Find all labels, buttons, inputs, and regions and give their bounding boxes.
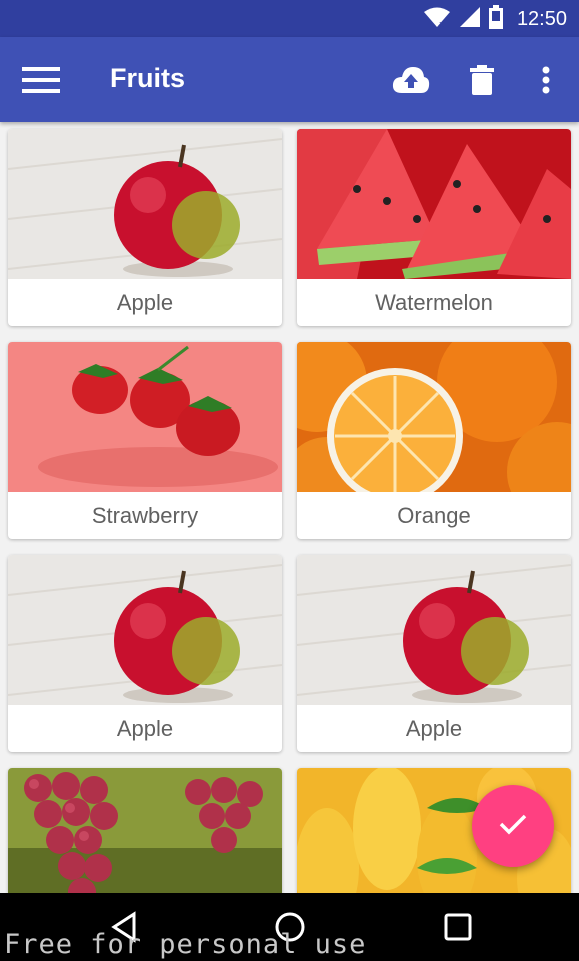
status-icons: x 12:50: [423, 4, 567, 34]
fruit-card[interactable]: Apple: [297, 555, 571, 752]
upload-icon[interactable]: [392, 63, 430, 97]
card-label: Apple: [116, 715, 174, 741]
back-icon[interactable]: [104, 909, 144, 945]
card-label: Orange: [397, 502, 471, 528]
fruit-card[interactable]: Strawberry: [8, 342, 282, 539]
status-bar: x 12:50: [0, 0, 579, 37]
delete-icon[interactable]: [470, 63, 494, 97]
card-label: Strawberry: [91, 502, 199, 528]
grapes-image: [8, 768, 282, 893]
recents-icon[interactable]: [438, 909, 478, 945]
page-title: Fruits: [110, 63, 186, 93]
fruit-grid[interactable]: Apple Watermelon Strawberry Orange Apple…: [0, 122, 579, 893]
fruit-card[interactable]: Watermelon: [297, 129, 571, 326]
watermelon-image: [297, 129, 571, 279]
fruit-card[interactable]: Apple: [8, 129, 282, 326]
menu-icon[interactable]: [22, 65, 62, 95]
wifi-icon: x: [423, 6, 451, 33]
check-icon: [498, 812, 528, 841]
fruit-card[interactable]: Apple: [8, 555, 282, 752]
home-icon[interactable]: [270, 909, 310, 945]
fruit-card[interactable]: Orange: [297, 342, 571, 539]
battery-icon: [488, 4, 503, 34]
apple-image: [8, 129, 282, 279]
confirm-fab[interactable]: [472, 785, 554, 867]
overflow-menu-icon[interactable]: [536, 63, 556, 97]
svg-text:x: x: [439, 20, 445, 28]
strawberry-image: [8, 342, 282, 492]
apple-image: [8, 555, 282, 705]
system-nav-bar: [0, 893, 579, 961]
app-bar: Fruits: [0, 37, 579, 122]
signal-icon: [459, 6, 481, 33]
orange-image: [297, 342, 571, 492]
fruit-card[interactable]: [8, 768, 282, 893]
card-label: Apple: [405, 715, 463, 741]
apple-image: [297, 555, 571, 705]
card-label: Apple: [116, 289, 174, 315]
card-label: Watermelon: [375, 289, 493, 315]
status-time: 12:50: [516, 7, 567, 30]
